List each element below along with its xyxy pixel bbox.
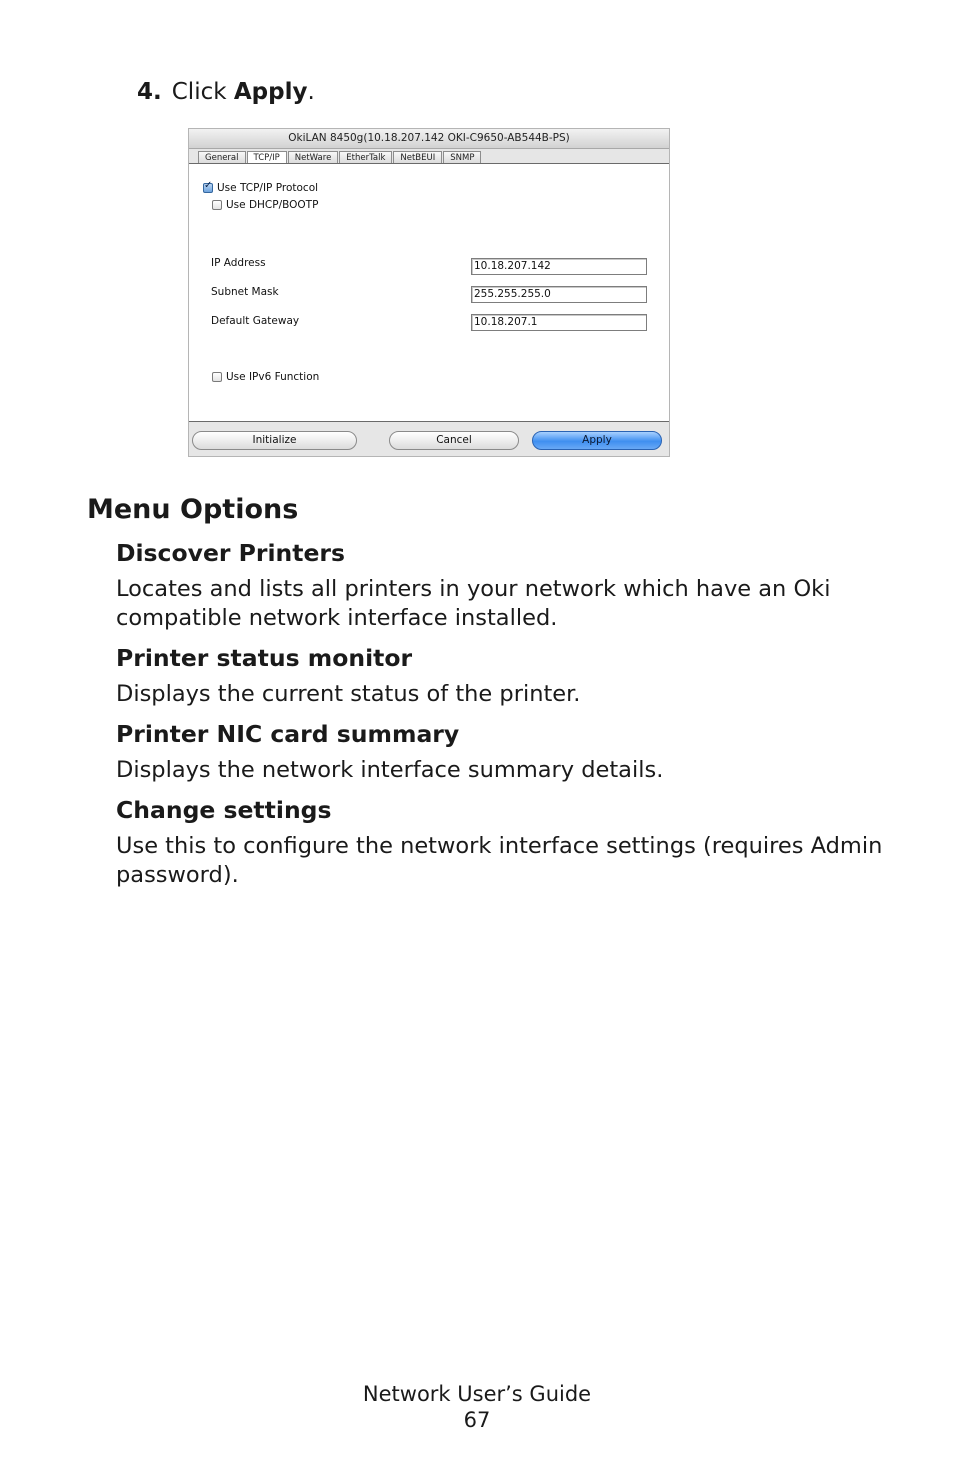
subnet-mask-label: Subnet Mask [211, 286, 279, 298]
item-title-printer-status-monitor: Printer status monitor [116, 644, 413, 672]
step-period: . [307, 79, 315, 105]
cancel-button[interactable]: Cancel [389, 431, 519, 450]
okilan-settings-window: OkiLAN 8450g(10.18.207.142 OKI-C9650-AB5… [188, 128, 670, 457]
item-body-discover-printers: Locates and lists all printers in your n… [116, 576, 831, 631]
checkbox-unchecked-icon[interactable] [212, 372, 222, 382]
ip-address-input[interactable]: 10.18.207.142 [471, 258, 647, 275]
step-instruction: 4. Click Apply. [137, 79, 315, 105]
apply-button[interactable]: Apply [532, 431, 662, 450]
default-gateway-label: Default Gateway [211, 315, 300, 327]
item-body-change-settings: Use this to configure the network interf… [116, 833, 883, 888]
step-text: Click [171, 79, 227, 105]
use-ipv6-label: Use IPv6 Function [226, 371, 320, 383]
footer-page-number: 67 [463, 1408, 491, 1432]
ip-address-label: IP Address [211, 257, 266, 269]
default-gateway-input[interactable]: 10.18.207.1 [471, 314, 647, 331]
use-tcpip-label: Use TCP/IP Protocol [217, 182, 319, 194]
section-heading: Menu Options [87, 494, 299, 525]
item-title-change-settings: Change settings [116, 796, 332, 824]
window-title: OkiLAN 8450g(10.18.207.142 OKI-C9650-AB5… [189, 129, 669, 149]
use-dhcp-checkbox[interactable]: Use DHCP/BOOTP [212, 199, 318, 211]
subnet-mask-input[interactable]: 255.255.255.0 [471, 286, 647, 303]
step-bold-apply: Apply [233, 79, 308, 105]
use-ipv6-checkbox[interactable]: Use IPv6 Function [212, 371, 319, 383]
item-title-printer-nic-summary: Printer NIC card summary [116, 720, 460, 748]
use-dhcp-label: Use DHCP/BOOTP [226, 199, 319, 211]
checkbox-unchecked-icon[interactable] [212, 200, 222, 210]
step-number: 4. [137, 79, 162, 105]
tcpip-panel: Use TCP/IP Protocol Use DHCP/BOOTP IP Ad… [189, 163, 669, 422]
checkbox-checked-icon[interactable] [203, 180, 213, 193]
item-body-printer-nic-summary: Displays the network interface summary d… [116, 757, 664, 783]
footer-guide-title: Network User’s Guide [362, 1382, 592, 1406]
item-body-printer-status-monitor: Displays the current status of the print… [116, 681, 581, 707]
item-title-discover-printers: Discover Printers [116, 539, 345, 567]
initialize-button[interactable]: Initialize [192, 431, 357, 450]
use-tcpip-checkbox[interactable]: Use TCP/IP Protocol [203, 180, 319, 194]
